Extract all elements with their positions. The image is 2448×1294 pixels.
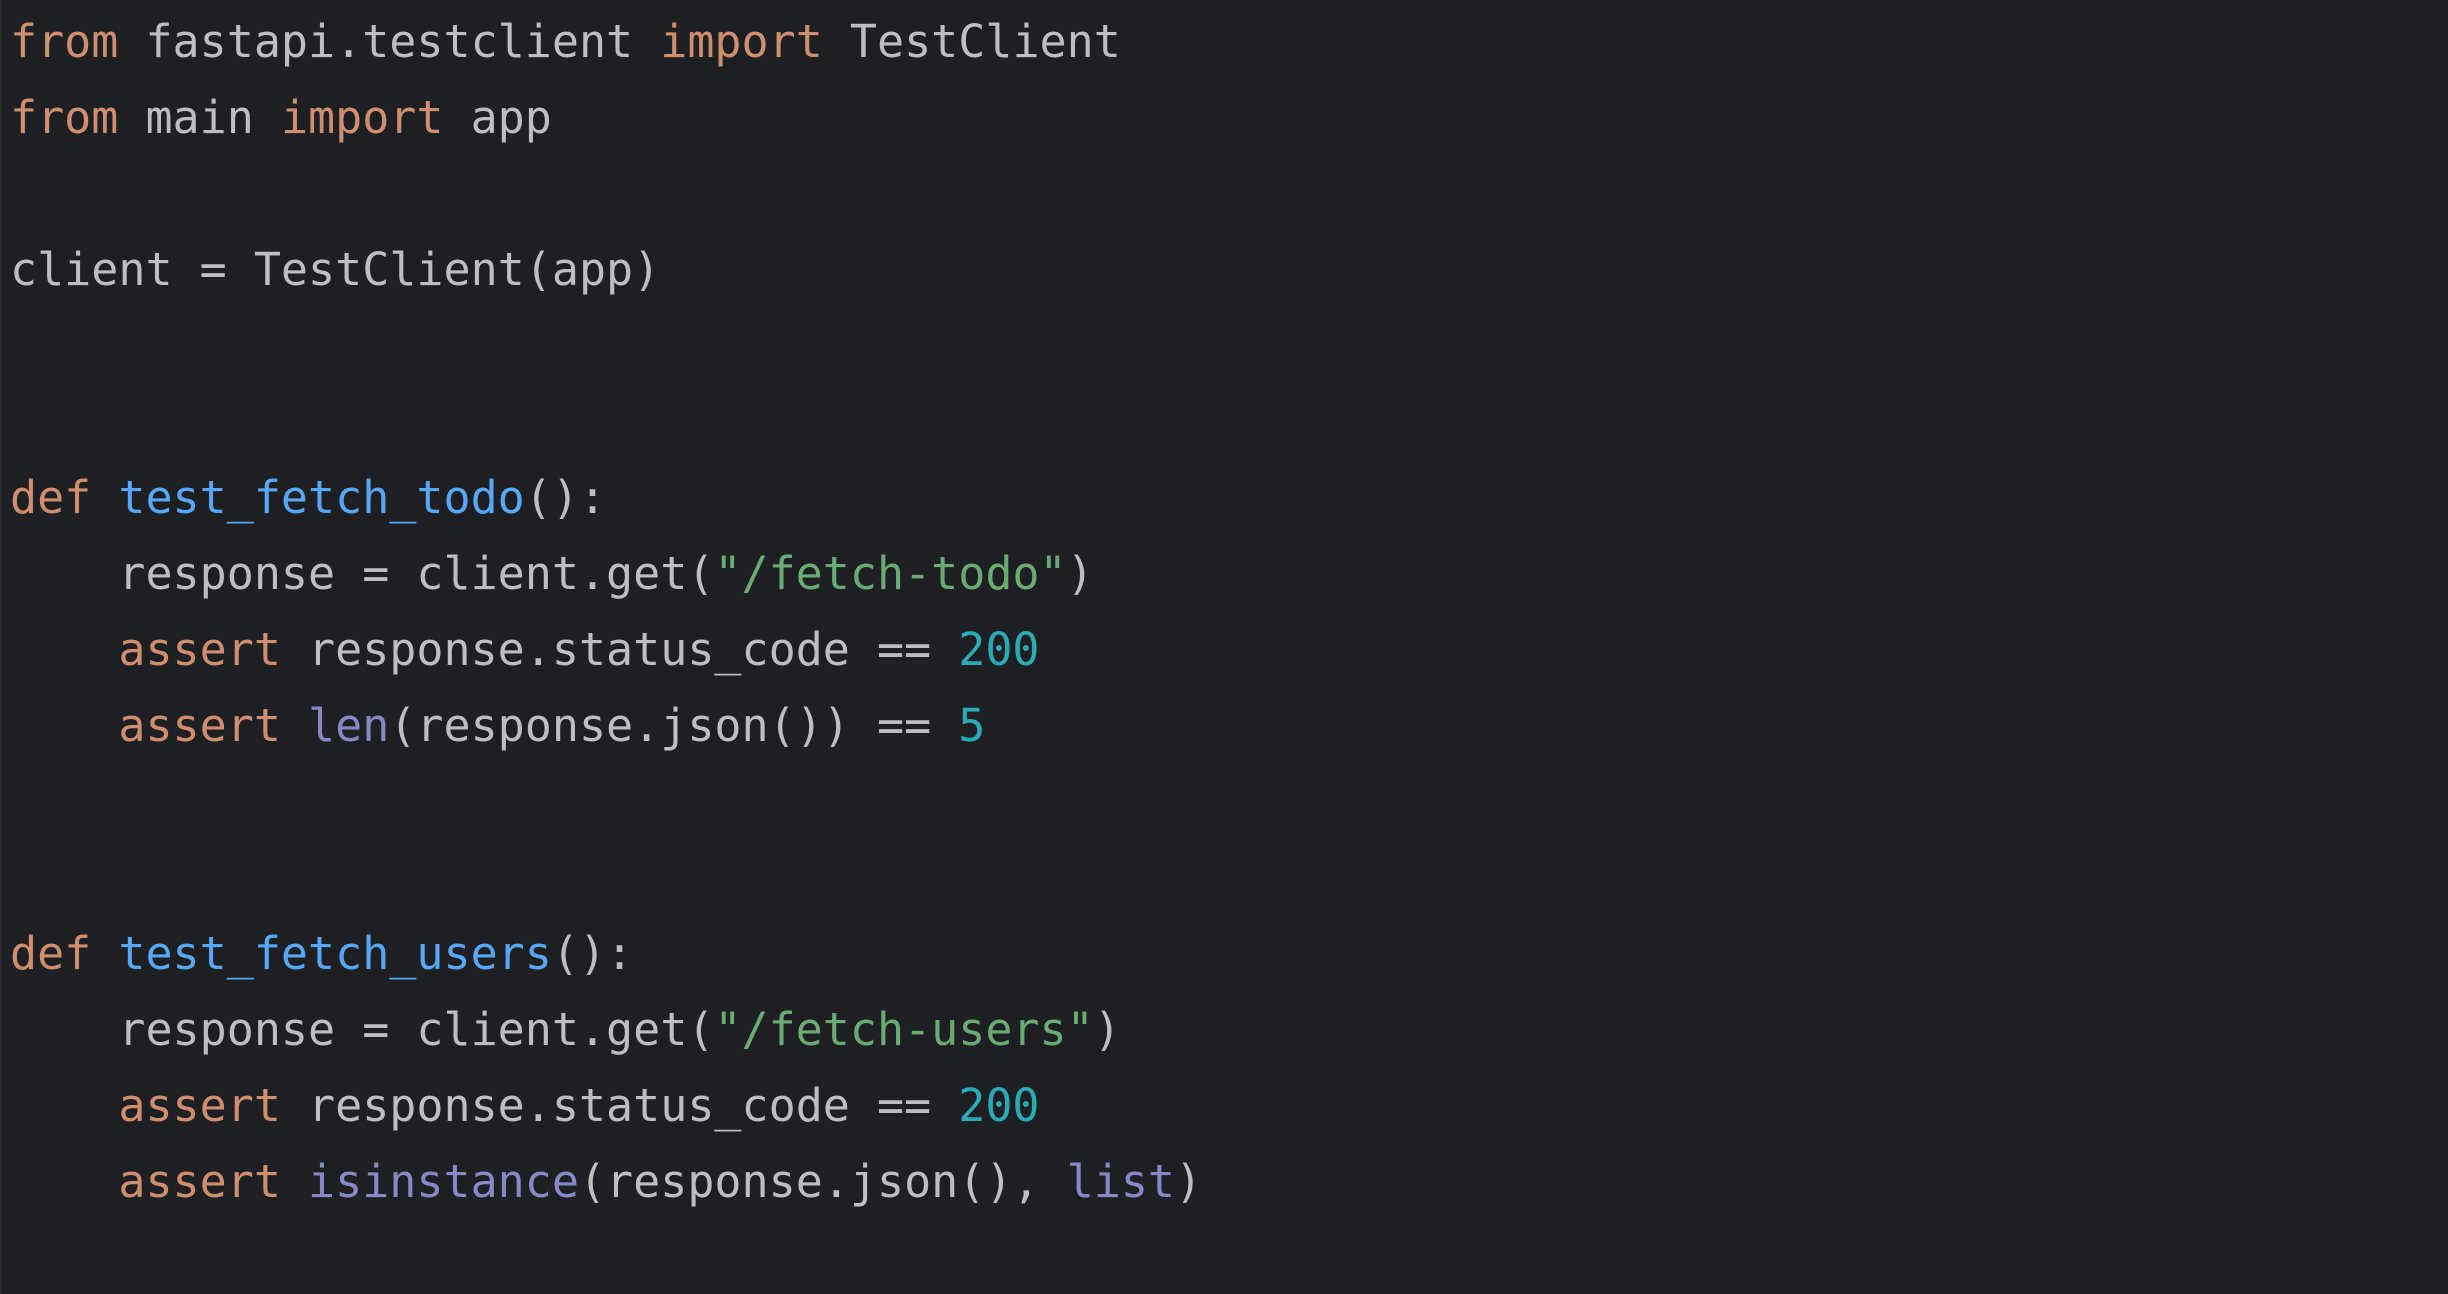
code-token-kw: assert [118,1079,281,1132]
code-token-plain: TestClient [822,15,1121,68]
code-line[interactable]: assert response.status_code == 200 [10,1068,1202,1144]
code-line[interactable] [10,764,1202,840]
code-token-plain: main [118,91,281,144]
code-token-fn: test_fetch_todo [118,471,525,524]
code-token-num: 200 [958,1079,1040,1132]
code-token-kw: assert [118,1155,281,1208]
code-token-plain: response.status_code == [280,623,959,676]
code-token-plain: ) [1066,547,1094,600]
code-token-plain: client = TestClient(app) [10,243,661,296]
code-token-plain: fastapi.testclient [118,15,661,68]
code-token-plain: (response.json(), [578,1155,1067,1208]
code-line[interactable]: response = client.get("/fetch-users") [10,992,1202,1068]
code-token-fn: test_fetch_users [118,927,552,980]
code-token-str: "/fetch-todo" [714,547,1067,600]
code-token-kw: assert [118,623,281,676]
code-token-kw: import [280,91,444,144]
code-token-plain: ) [1093,1003,1121,1056]
code-area[interactable]: from fastapi.testclient import TestClien… [10,4,1202,1220]
code-token-plain: (response.json()) == [389,699,959,752]
code-token-kw: def [10,927,92,980]
code-line[interactable]: from fastapi.testclient import TestClien… [10,4,1202,80]
code-line[interactable]: response = client.get("/fetch-todo") [10,536,1202,612]
code-token-str: "/fetch-users" [714,1003,1094,1056]
code-token-plain: (): [551,927,634,980]
code-token-plain: response.status_code == [280,1079,959,1132]
code-line[interactable] [10,840,1202,916]
code-token-kw: from [10,91,119,144]
code-token-num: 5 [958,699,986,752]
code-line[interactable]: def test_fetch_todo(): [10,460,1202,536]
code-line[interactable]: from main import app [10,80,1202,156]
code-line[interactable]: client = TestClient(app) [10,232,1202,308]
code-line[interactable]: assert response.status_code == 200 [10,612,1202,688]
code-token-kw: def [10,471,92,524]
code-token-plain: (): [524,471,607,524]
code-token-kw: import [660,15,823,68]
code-line[interactable]: assert len(response.json()) == 5 [10,688,1202,764]
code-token-plain: app [443,91,552,144]
code-token-kw: from [10,15,119,68]
code-editor[interactable]: from fastapi.testclient import TestClien… [0,0,2448,1294]
code-line[interactable] [10,308,1202,384]
code-token-builtin: list [1066,1155,1176,1208]
code-token-plain: ) [1175,1155,1203,1208]
code-token-builtin: len [308,699,390,752]
code-token-plain: response = client.get( [10,547,715,600]
code-line[interactable]: def test_fetch_users(): [10,916,1202,992]
code-line[interactable] [10,384,1202,460]
code-token-kw: assert [118,699,281,752]
code-token-builtin: isinstance [308,1155,579,1208]
code-token-plain: response = client.get( [10,1003,715,1056]
code-token-num: 200 [958,623,1040,676]
code-line[interactable] [10,156,1202,232]
code-line[interactable]: assert isinstance(response.json(), list) [10,1144,1202,1220]
